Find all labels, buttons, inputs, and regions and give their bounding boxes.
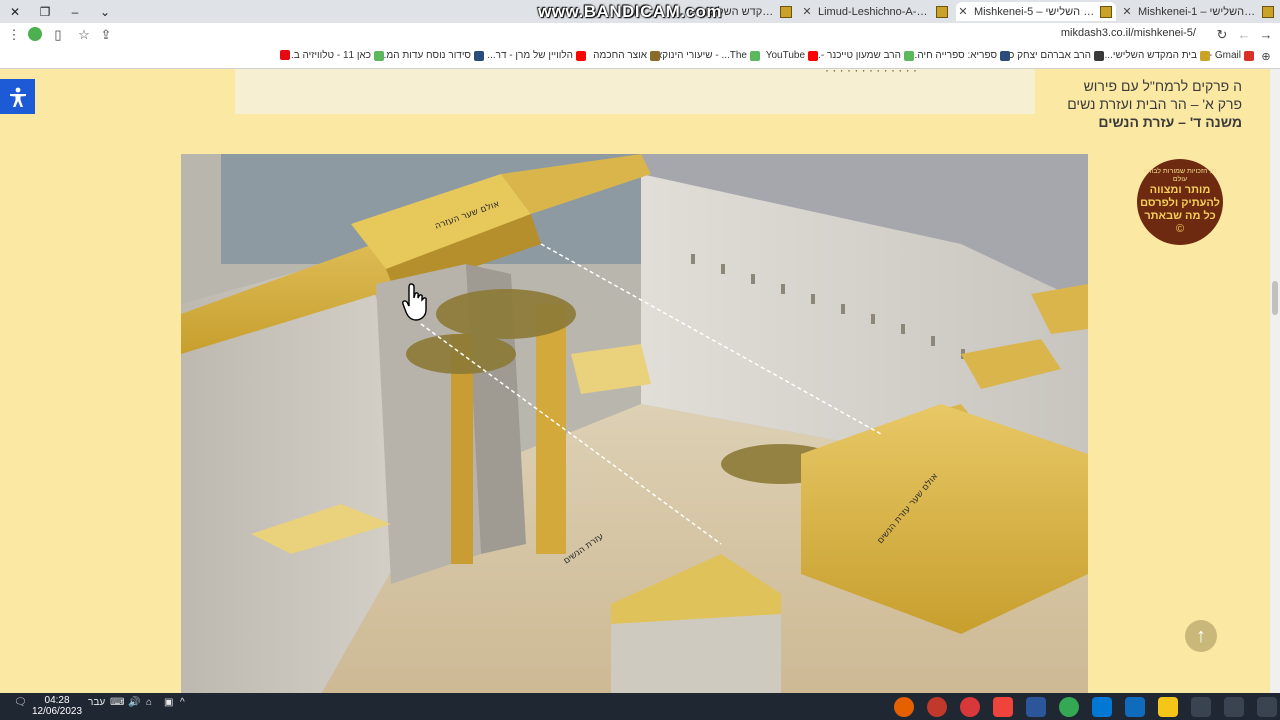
- youtube-icon: [576, 50, 586, 61]
- copyright-badge: כל הזכויות שמורות לבורא עולם מותר ומצווה…: [1137, 159, 1223, 245]
- bookmark-shiurei-hinuka[interactable]: The... - שיעורי הינוקא: [656, 50, 760, 61]
- netflix-icon: [280, 50, 290, 60]
- youtube-icon: [808, 50, 818, 61]
- back-arrow-icon[interactable]: →: [1258, 27, 1274, 43]
- badge-line-2: להעתיק ולפרסם: [1140, 197, 1220, 209]
- bookmark-otzar-hachochma[interactable]: אוצר החכמה: [593, 50, 660, 61]
- breadcrumb: ה פרקים לרמח"ל עם פירוש פרק א' – הר הבית…: [1067, 77, 1242, 131]
- breadcrumb-book[interactable]: ה פרקים לרמח"ל עם פירוש: [1067, 77, 1242, 95]
- favicon-icon: [650, 50, 660, 61]
- tab-mishkenei-5[interactable]: ✕ Mishkenei-5 – בית המקדש השלישי: [956, 2, 1116, 21]
- clock-time: 04:28: [44, 695, 70, 706]
- bookmark-star-icon[interactable]: ☆: [76, 27, 92, 43]
- keyboard-icon[interactable]: ⌨: [110, 697, 124, 708]
- tray-app-icon[interactable]: ▣: [164, 697, 173, 708]
- store-icon[interactable]: [1125, 697, 1145, 717]
- bookmark-youtube[interactable]: YouTube: [766, 50, 818, 61]
- accessibility-button[interactable]: [0, 79, 35, 114]
- firefox-icon[interactable]: [894, 697, 914, 717]
- bookmarks-bar: ⊕ Gmail - בית המקדש השלישי... הרב אברהם …: [0, 46, 1280, 69]
- word-icon[interactable]: [1026, 697, 1046, 717]
- close-tab-icon[interactable]: ✕: [800, 5, 814, 18]
- minimize-window-icon[interactable]: –: [60, 0, 90, 23]
- chrome-icon[interactable]: [1059, 697, 1079, 717]
- favicon-icon: [904, 50, 914, 61]
- site-favicon-icon: [780, 5, 792, 18]
- favicon-icon: [374, 50, 384, 61]
- network-icon[interactable]: ⌂: [146, 697, 152, 708]
- favicon-icon: [750, 50, 760, 61]
- opera-icon[interactable]: [960, 697, 980, 717]
- close-tab-icon[interactable]: ✕: [956, 5, 970, 18]
- favicon-icon: [1000, 50, 1010, 61]
- reload-icon[interactable]: ↻: [1214, 27, 1230, 43]
- bookmark-rav-shimon[interactable]: הרב שמעון טייכנר -...: [813, 50, 914, 61]
- search-icon[interactable]: [1224, 697, 1244, 717]
- restore-window-icon[interactable]: ❐: [30, 0, 60, 23]
- web-page: · · · · · · · · · · · · · ה פרקים לרמח"ל…: [0, 69, 1270, 693]
- windows-taskbar: 🗨 04:28 12/06/2023 עבר ⌨ 🔊 ⌂ ▣ ^: [0, 693, 1280, 720]
- bookmark-siddur[interactable]: סידור נוסח עדות המ...: [378, 50, 484, 61]
- forward-arrow-icon[interactable]: ←: [1236, 27, 1252, 43]
- favicon-icon: [1200, 50, 1210, 61]
- site-favicon-icon: [1262, 5, 1274, 18]
- accessibility-icon: [9, 87, 26, 107]
- badge-line-3: כל מה שבאתר: [1144, 210, 1216, 222]
- explorer-icon[interactable]: [1158, 697, 1178, 717]
- taskview-icon[interactable]: [1191, 697, 1211, 717]
- browser-titlebar: ✕ ❐ – ⌄ ✕ Mishkenei-1 – בית המקדש השלישי…: [0, 0, 1280, 23]
- bookmark-netflix[interactable]: [277, 50, 290, 60]
- breadcrumb-chapter[interactable]: פרק א' – הר הבית ועזרת נשים: [1067, 95, 1242, 113]
- clock-date: 12/06/2023: [32, 706, 83, 717]
- anydesk-icon[interactable]: [993, 697, 1013, 717]
- volume-icon[interactable]: 🔊: [128, 697, 140, 708]
- temple-render-image: אולם שער העזרה עזרת הנשים אולם שער עזרת …: [181, 154, 1088, 693]
- record-icon[interactable]: [927, 697, 947, 717]
- globe-icon[interactable]: ⊕: [1258, 49, 1274, 65]
- sidebar-icon[interactable]: ▯: [50, 27, 66, 43]
- system-clock[interactable]: 04:28 12/06/2023: [32, 695, 82, 717]
- tray-expand-icon[interactable]: ^: [180, 697, 185, 708]
- mail-icon[interactable]: [1092, 697, 1112, 717]
- bookmark-rav-avraham[interactable]: הרב אברהם יצחק כ...: [1001, 50, 1104, 61]
- panel-text-fragment: · · · · · · · · · · · · ·: [825, 69, 917, 77]
- temple-render-svg: אולם שער העזרה עזרת הנשים אולם שער עזרת …: [181, 154, 1088, 693]
- bookmark-halavyan[interactable]: הלוויין של מרן - דר...: [487, 50, 586, 61]
- close-window-icon[interactable]: ✕: [0, 0, 30, 23]
- arrow-up-icon: ↑: [1196, 624, 1206, 647]
- gmail-icon: [1244, 50, 1254, 61]
- page-scrollbar[interactable]: [1270, 69, 1280, 693]
- close-tab-icon[interactable]: ✕: [1120, 5, 1134, 18]
- favicon-icon: [1094, 50, 1104, 61]
- badge-rights-text: כל הזכויות שמורות לבורא עולם: [1143, 168, 1217, 183]
- bookmark-kan11[interactable]: כאן 11 - טלוויזיה ב...: [285, 50, 384, 61]
- start-icon[interactable]: [1257, 697, 1277, 717]
- recording-watermark: www.BANDICAM.com: [538, 2, 722, 21]
- scroll-to-top-button[interactable]: ↑: [1185, 620, 1217, 652]
- site-favicon-icon: [936, 5, 948, 18]
- profile-avatar[interactable]: [28, 27, 42, 41]
- badge-line-1: מותר ומצווה: [1149, 184, 1211, 196]
- tab-mishkenei-1[interactable]: ✕ Mishkenei-1 – בית המקדש השלישי: [1120, 2, 1278, 21]
- url-field[interactable]: mikdash3.co.il/mishkenei-5/: [1061, 27, 1196, 39]
- breadcrumb-mishna: משנה ד' – עזרת הנשים: [1098, 114, 1242, 130]
- bookmark-gmail[interactable]: Gmail -: [1209, 50, 1254, 61]
- share-icon[interactable]: ⇪: [98, 27, 114, 43]
- notifications-icon[interactable]: 🗨: [14, 697, 27, 708]
- address-bar: ⋮ ▯ ☆ ⇪ mikdash3.co.il/mishkenei-5/ ↻ ← …: [0, 23, 1280, 46]
- scrollbar-thumb[interactable]: [1272, 281, 1278, 315]
- site-favicon-icon: [1100, 5, 1112, 18]
- bookmark-beit-hamikdash[interactable]: בית המקדש השלישי...: [1105, 50, 1210, 61]
- tab-limud-leshichno[interactable]: ✕ Limud-Leshichno-A-2 – בית המקדש השלישי: [800, 2, 952, 21]
- language-indicator[interactable]: עבר: [88, 697, 105, 708]
- favicon-icon: [474, 50, 484, 61]
- menu-icon[interactable]: ⋮: [6, 27, 22, 43]
- bookmark-sefaria[interactable]: ספריא: ספרייה חיה...: [909, 50, 1010, 61]
- text-panel: · · · · · · · · · · · · ·: [235, 69, 1035, 114]
- copyright-icon: ©: [1175, 223, 1185, 235]
- tab-search-icon[interactable]: ⌄: [90, 0, 120, 23]
